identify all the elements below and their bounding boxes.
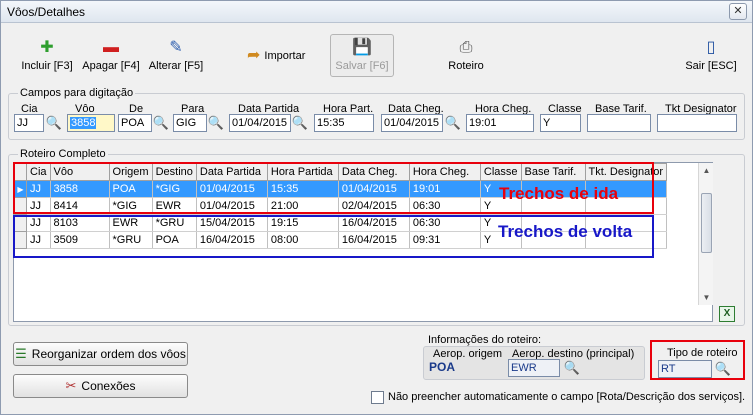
roteiro-label: Roteiro (448, 60, 484, 72)
aerop-destino-lookup-icon[interactable]: 🔍 (563, 359, 581, 377)
apagar-button[interactable]: ▬ Apagar [F4] (79, 39, 143, 72)
para-input[interactable]: GIG (173, 114, 207, 132)
cia-lookup-icon[interactable]: 🔍 (45, 114, 63, 132)
importar-label: Importar (264, 50, 306, 62)
info-title: Informações do roteiro: (428, 334, 542, 346)
cia-input[interactable]: JJ (14, 114, 44, 132)
scroll-up-icon[interactable]: ▲ (699, 163, 714, 178)
incluir-button[interactable]: ✚ Incluir [F3] (17, 39, 77, 72)
de-lookup-icon[interactable]: 🔍 (152, 114, 170, 132)
data-cheg-input[interactable]: 01/04/2015 (381, 114, 443, 132)
voo-value: 3858 (70, 117, 97, 129)
window-title: Vôos/Detalhes (7, 5, 86, 19)
annotation-trechos-ida: Trechos de ida (499, 184, 619, 203)
salvar-button[interactable]: 💾 Salvar [F6] (330, 34, 394, 77)
import-icon: ➦ (247, 47, 261, 64)
alterar-label: Alterar [F5] (148, 60, 204, 72)
tipo-roteiro-label: Tipo de roteiro (667, 347, 738, 359)
salvar-label: Salvar [F6] (335, 60, 389, 72)
data-partida-input[interactable]: 01/04/2015 (229, 114, 291, 132)
edit-icon: ✎ (169, 39, 183, 56)
aerop-destino-input[interactable]: EWR (508, 359, 560, 377)
close-button[interactable]: ✕ (729, 3, 747, 20)
grid-vertical-scrollbar[interactable]: ▲ ▼ (698, 163, 713, 305)
conexoes-label: Conexões (81, 379, 136, 393)
base-tarif-input[interactable] (587, 114, 651, 132)
exit-door-icon: ▯ (706, 39, 716, 56)
sair-label: Sair [ESC] (685, 60, 737, 72)
hora-cheg-input[interactable]: 19:01 (466, 114, 534, 132)
conexoes-button[interactable]: ✂ Conexões (13, 374, 188, 398)
title-bar: Vôos/Detalhes ✕ (1, 1, 752, 23)
roteiro-button[interactable]: ⎙ Roteiro (441, 39, 491, 72)
annotation-trechos-volta: Trechos de volta (498, 222, 633, 241)
importar-button[interactable]: ➦ Importar (247, 47, 305, 65)
printer-icon: ⎙ (459, 39, 473, 56)
aerop-origem-value: POA (429, 360, 456, 374)
reorder-list-icon: ☰ (15, 346, 27, 361)
save-icon: 💾 (352, 39, 372, 56)
para-lookup-icon[interactable]: 🔍 (207, 114, 225, 132)
hora-part-input[interactable]: 15:35 (314, 114, 374, 132)
minus-icon: ▬ (103, 39, 119, 56)
voo-input[interactable]: 3858 (67, 114, 115, 132)
classe-input[interactable]: Y (540, 114, 581, 132)
window: Vôos/Detalhes ✕ ✚ Incluir [F3] ▬ Apagar … (0, 0, 753, 415)
de-input[interactable]: POA (118, 114, 152, 132)
nao-preencher-checkbox[interactable] (371, 391, 384, 404)
apagar-label: Apagar [F4] (82, 60, 140, 72)
nao-preencher-label[interactable]: Não preencher automaticamente o campo [R… (388, 391, 745, 403)
reorganizar-button[interactable]: ☰ Reorganizar ordem dos vôos (13, 342, 188, 366)
data-cheg-lookup-icon[interactable]: 🔍 (444, 114, 462, 132)
data-partida-lookup-icon[interactable]: 🔍 (291, 114, 309, 132)
scissors-icon: ✂ (65, 378, 77, 393)
excel-export-icon[interactable]: X (719, 306, 735, 322)
sair-button[interactable]: ▯ Sair [ESC] (681, 39, 741, 72)
tipo-roteiro-lookup-icon[interactable]: 🔍 (714, 360, 732, 378)
reorganizar-label: Reorganizar ordem dos vôos (31, 347, 186, 361)
aerop-origem-label: Aerop. origem (433, 348, 503, 360)
roteiro-group-title: Roteiro Completo (18, 148, 108, 160)
scroll-down-icon[interactable]: ▼ (699, 290, 714, 305)
alterar-button[interactable]: ✎ Alterar [F5] (146, 39, 206, 72)
tipo-roteiro-input[interactable]: RT (658, 360, 712, 378)
incluir-label: Incluir [F3] (21, 60, 73, 72)
plus-icon: ✚ (40, 39, 54, 56)
tkt-designator-input[interactable] (657, 114, 737, 132)
scrollbar-thumb[interactable] (701, 193, 712, 253)
campos-group-title: Campos para digitação (18, 87, 136, 99)
